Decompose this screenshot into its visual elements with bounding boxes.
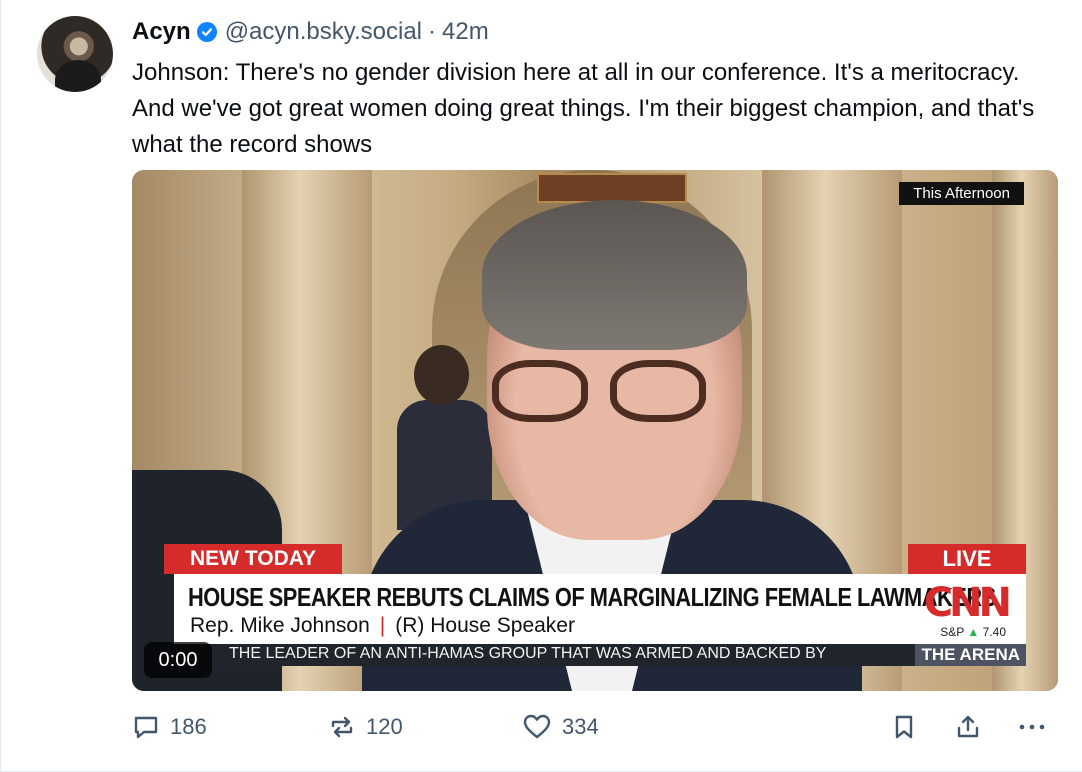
header-separator: · [428,18,437,45]
post-text: Johnson: There's no gender division here… [132,59,1035,158]
corner-tag: This Afternoon [899,182,1024,205]
post-actions: 186 120 334 [132,705,1062,749]
market-readout: S&P ▲ 7.40 [940,625,1006,639]
like-count: 334 [562,714,599,739]
door-plaque [537,173,687,203]
video-player[interactable]: This Afternoon NEW TODAY LIVE HOUSE SPEA… [132,170,1058,691]
like-icon [523,714,551,739]
reply-button[interactable]: 186 [132,705,207,749]
more-options-button[interactable] [1016,705,1048,749]
more-icon [1019,724,1045,730]
headline-bar: HOUSE SPEAKER REBUTS CLAIMS OF MARGINALI… [174,574,1026,644]
speaker-hair [482,200,747,350]
speaker-glasses [492,360,712,430]
share-icon [957,715,979,738]
post-timestamp[interactable]: 42m [442,18,489,46]
repost-icon [331,716,353,738]
market-up-icon: ▲ [967,625,980,639]
video-timecode[interactable]: 0:00 [144,642,212,678]
reply-icon [134,716,158,739]
market-label: S&P [940,625,965,639]
ticker-tag: THE ARENA [915,644,1026,666]
cnn-logo: CNN [923,580,1012,626]
background-person-head [414,345,469,405]
author-handle[interactable]: @acyn.bsky.social [225,18,422,46]
bookmark-icon [895,715,913,739]
live-label: LIVE [908,544,1026,574]
share-button[interactable] [954,705,982,749]
author-avatar[interactable] [37,16,113,92]
reply-count: 186 [170,714,207,739]
verified-badge-icon [196,22,217,42]
avatar-figure [55,60,101,92]
chyron-subtitle: Rep. Mike Johnson | (R) House Speaker [190,614,575,638]
speaker-title: (R) House Speaker [395,614,575,637]
author-name[interactable]: Acyn [132,18,191,46]
like-button[interactable]: 334 [522,705,599,749]
ticker-text: THE LEADER OF AN ANTI-HAMAS GROUP THAT W… [229,645,827,662]
post-card[interactable]: Acyn @acyn.bsky.social · 42m Johnson: Th… [0,0,1082,772]
post-header: Acyn @acyn.bsky.social · 42m [132,15,489,49]
news-ticker: THE LEADER OF AN ANTI-HAMAS GROUP THAT W… [174,644,1026,666]
speaker-separator: | [379,614,386,637]
market-value: 7.40 [982,625,1006,639]
new-today-label: NEW TODAY [164,544,343,574]
chyron-headline: HOUSE SPEAKER REBUTS CLAIMS OF MARGINALI… [188,582,996,612]
repost-count: 120 [366,714,403,739]
lower-third-top: NEW TODAY LIVE [164,544,1026,574]
repost-button[interactable]: 120 [328,705,403,749]
speaker-name: Rep. Mike Johnson [190,614,370,637]
bookmark-button[interactable] [890,705,918,749]
